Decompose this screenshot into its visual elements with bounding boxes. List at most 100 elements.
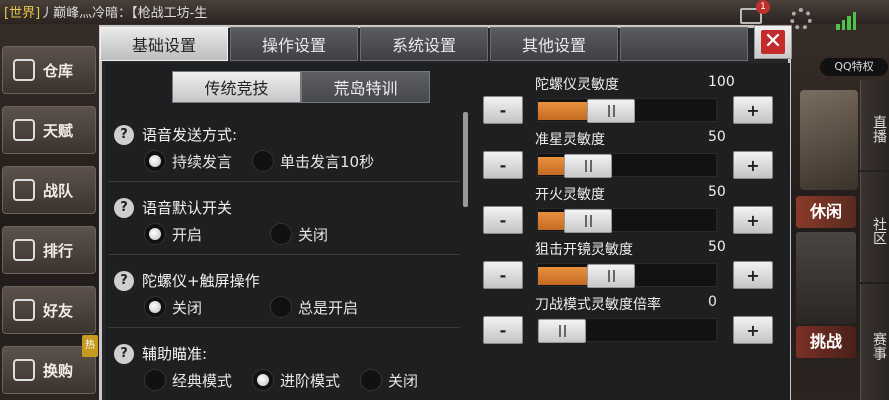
slider-row: 开火灵敏度 50 - + — [480, 182, 780, 236]
radio-button[interactable] — [360, 369, 383, 391]
mode-subtabs: 传统竞技 荒岛特训 — [172, 71, 430, 103]
option-label: 开启 — [172, 225, 203, 244]
menu-friends-button[interactable]: 好友 — [2, 286, 96, 334]
radio-option[interactable]: 关闭 — [270, 223, 328, 245]
slider-row: 准星灵敏度 50 - + — [480, 127, 780, 181]
help-icon[interactable]: ? — [114, 124, 134, 145]
help-icon[interactable]: ? — [114, 197, 134, 218]
menu-label: 好友 — [43, 301, 74, 320]
option-label: 单击发言10秒 — [280, 152, 375, 171]
radio-button[interactable] — [144, 296, 166, 318]
slider-value: 50 — [708, 129, 726, 145]
increase-button[interactable]: + — [733, 316, 773, 344]
radio-option[interactable]: 持续发言 — [144, 150, 232, 172]
radio-option[interactable]: 单击发言10秒 — [252, 150, 374, 172]
tab-other-settings[interactable]: 其他设置 — [490, 27, 618, 61]
menu-ranking-button[interactable]: 排行 — [2, 226, 96, 274]
radio-option[interactable]: 关闭 — [144, 296, 202, 318]
slider-thumb[interactable] — [587, 99, 635, 123]
slider-track[interactable] — [537, 318, 717, 343]
increase-button[interactable]: + — [733, 151, 773, 179]
slider-row: 狙击开镜灵敏度 50 - + — [480, 237, 780, 291]
radio-button[interactable] — [270, 296, 293, 318]
increase-button[interactable]: + — [733, 206, 773, 234]
radio-button[interactable] — [144, 150, 166, 172]
radio-button[interactable] — [252, 150, 275, 172]
menu-label: 战队 — [43, 181, 74, 200]
close-button[interactable]: ✕ — [754, 25, 792, 59]
tab-system-settings[interactable]: 系统设置 — [360, 27, 488, 61]
slider-track[interactable] — [537, 98, 717, 123]
side-tab-events[interactable]: 赛事 — [860, 284, 889, 400]
radio-option[interactable]: 总是开启 — [270, 296, 358, 318]
side-tab-live[interactable]: 直播 — [860, 80, 889, 170]
slider-label: 开火灵敏度 — [535, 187, 605, 203]
help-icon[interactable]: ? — [114, 343, 134, 364]
setting-voice-send: ? 语音发送方式: 持续发言 单击发言10秒 — [108, 112, 460, 182]
radio-option[interactable]: 进阶模式 — [252, 369, 340, 391]
setting-gyro-touch: ? 陀螺仪+触屏操作 关闭 总是开启 — [108, 258, 460, 328]
setting-title: 语音默认开关 — [142, 199, 233, 217]
tab-control-settings[interactable]: 操作设置 — [230, 27, 358, 61]
option-label: 关闭 — [172, 298, 203, 317]
decrease-button[interactable]: - — [483, 206, 523, 234]
slider-label: 准星灵敏度 — [535, 132, 605, 148]
slider-value: 0 — [708, 294, 717, 310]
menu-label: 排行 — [43, 241, 74, 260]
list-scrollbar[interactable] — [463, 112, 468, 207]
radio-button[interactable] — [144, 223, 166, 245]
slider-label: 陀螺仪灵敏度 — [535, 77, 619, 93]
sensitivity-sliders: 陀螺仪灵敏度 100 - + 准星灵敏度 50 - + 开火灵敏度 50 - + 狙击开镜灵敏度 50 - +… — [480, 70, 780, 400]
radio-button[interactable] — [252, 369, 275, 391]
menu-label: 换购 — [43, 361, 74, 380]
signal-icon — [836, 10, 856, 30]
slider-thumb[interactable] — [564, 154, 612, 178]
side-tab-community[interactable]: 社区 — [860, 172, 889, 282]
option-label: 持续发言 — [172, 152, 233, 171]
option-label: 关闭 — [298, 225, 329, 244]
world-chat[interactable]: [世界]丿巅峰灬冷暗：【枪战工坊-生 — [4, 2, 304, 21]
option-label: 经典模式 — [172, 371, 233, 390]
tab-basic-settings[interactable]: 基础设置 — [100, 27, 228, 61]
slider-label: 狙击开镜灵敏度 — [535, 242, 633, 258]
exchange-icon — [13, 359, 35, 381]
setting-title: 语音发送方式: — [142, 126, 238, 144]
menu-label: 天赋 — [43, 121, 74, 140]
option-label: 关闭 — [388, 371, 419, 390]
radio-option[interactable]: 关闭 — [360, 369, 418, 391]
menu-team-button[interactable]: 战队 — [2, 166, 96, 214]
slider-track[interactable] — [537, 208, 717, 233]
leisure-mode-button[interactable]: 休闲 — [796, 196, 856, 228]
slider-thumb[interactable] — [538, 319, 586, 343]
decrease-button[interactable]: - — [483, 96, 523, 124]
subtab-classic[interactable]: 传统竞技 — [172, 71, 301, 103]
slider-thumb[interactable] — [564, 209, 612, 233]
radio-option[interactable]: 经典模式 — [144, 369, 232, 391]
setting-aim-assist: ? 辅助瞄准: 经典模式 进阶模式 关闭 — [108, 331, 460, 400]
radio-option[interactable]: 开启 — [144, 223, 202, 245]
qq-privilege-badge[interactable]: QQ特权 — [820, 58, 888, 76]
decrease-button[interactable]: - — [483, 151, 523, 179]
slider-value: 50 — [708, 239, 726, 255]
slider-track[interactable] — [537, 153, 717, 178]
chat-text: 丿巅峰灬冷暗：【枪战工坊-生 — [40, 6, 208, 21]
team-icon — [13, 179, 35, 201]
increase-button[interactable]: + — [733, 261, 773, 289]
slider-row: 刀战模式灵敏度倍率 0 - + — [480, 292, 780, 346]
subtab-island[interactable]: 荒岛特训 — [301, 71, 430, 103]
hot-badge: 热 — [82, 335, 98, 357]
help-icon[interactable]: ? — [114, 270, 134, 291]
decrease-button[interactable]: - — [483, 261, 523, 289]
settings-list: ? 语音发送方式: 持续发言 单击发言10秒 ? 语音默认开关 开启 关闭 ? 陀螺仪… — [108, 112, 460, 400]
radio-button[interactable] — [270, 223, 293, 245]
menu-warehouse-button[interactable]: 仓库 — [2, 46, 96, 94]
slider-track[interactable] — [537, 263, 717, 288]
challenge-mode-button[interactable]: 挑战 — [796, 326, 856, 358]
slider-thumb[interactable] — [587, 264, 635, 288]
gear-icon[interactable] — [790, 8, 812, 30]
radio-button[interactable] — [144, 369, 166, 391]
increase-button[interactable]: + — [733, 96, 773, 124]
decrease-button[interactable]: - — [483, 316, 523, 344]
mode-banner-image — [796, 232, 856, 324]
menu-talent-button[interactable]: 天赋 — [2, 106, 96, 154]
